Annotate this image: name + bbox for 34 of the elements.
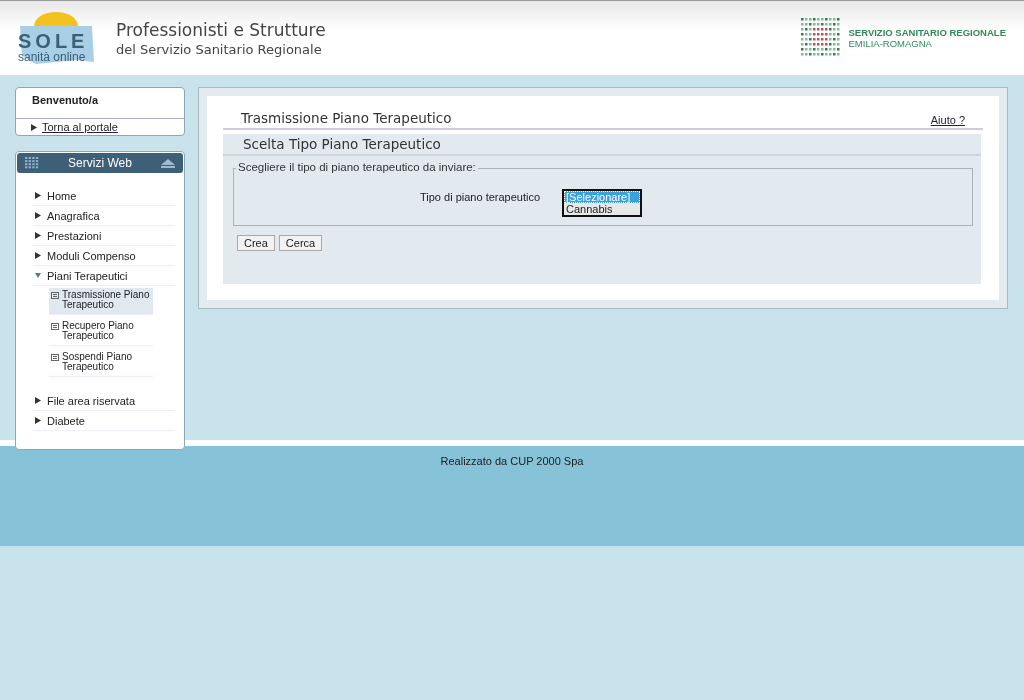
nav-item[interactable]: Home bbox=[33, 186, 175, 206]
nav-subitem[interactable]: Trasmissione Piano Terapeutico bbox=[49, 288, 153, 315]
triangle-right-icon bbox=[31, 123, 37, 131]
site-title: Professionisti e Strutture bbox=[116, 19, 326, 40]
services-title: Servizi Web bbox=[67, 156, 133, 170]
form-button[interactable]: Cerca bbox=[278, 235, 323, 251]
page-icon bbox=[51, 292, 59, 299]
region-name: SERVIZIO SANITARIO REGIONALE bbox=[848, 27, 1006, 38]
section-title: Scelta Tipo Piano Terapeutico bbox=[223, 134, 981, 156]
page-icon bbox=[51, 323, 59, 330]
nav-item[interactable]: Piani Terapeutici bbox=[33, 266, 175, 286]
site-subtitle: del Servizio Sanitario Regionale bbox=[116, 41, 323, 57]
portal-link[interactable]: Torna al portale bbox=[42, 121, 118, 133]
form-button[interactable]: Crea bbox=[237, 235, 275, 251]
nav-item[interactable]: Moduli Compenso bbox=[33, 246, 175, 266]
page-icon bbox=[51, 354, 59, 361]
nav-item[interactable]: File area riservata bbox=[33, 391, 175, 411]
region-subname: EMILIA-ROMAGNA bbox=[848, 38, 933, 49]
dot-grid-logo-icon bbox=[800, 18, 841, 58]
field-label: Tipo di piano terapeutico bbox=[420, 191, 541, 203]
nav-item[interactable]: Anagrafica bbox=[33, 206, 175, 226]
plan-type-listbox[interactable]: [Selezionare] Cannabis bbox=[562, 189, 643, 217]
nav-subitem[interactable]: Sospendi Piano Terapeutico bbox=[49, 350, 153, 377]
nav-item[interactable]: Prestazioni bbox=[33, 226, 175, 246]
welcome-title: Benvenuto/a bbox=[31, 93, 100, 108]
nav-subitem[interactable]: Recupero Piano Terapeutico bbox=[49, 319, 153, 346]
nav-item[interactable]: Diabete bbox=[33, 411, 175, 431]
collapse-icon[interactable] bbox=[161, 158, 175, 168]
footer-text: Realizzato da CUP 2000 Spa bbox=[440, 455, 584, 467]
help-link[interactable]: Aiuto ? bbox=[930, 114, 965, 126]
listbox-option[interactable]: Cannabis bbox=[564, 203, 641, 215]
fieldset-legend: Scegliere il tipo di piano terapeutico da inviare: bbox=[236, 161, 478, 173]
grid-icon bbox=[25, 157, 39, 169]
page-title: Trasmissione Piano Terapeutico bbox=[241, 110, 452, 126]
